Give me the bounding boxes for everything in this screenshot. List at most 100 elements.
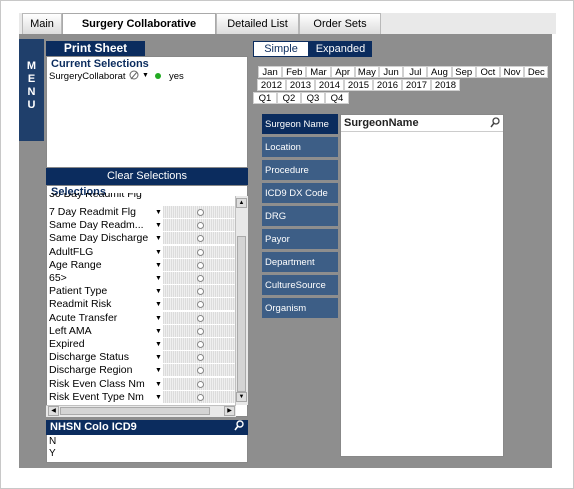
- simple-toggle[interactable]: Simple: [253, 41, 309, 57]
- dropdown-arrow-icon[interactable]: ▼: [155, 338, 162, 351]
- scroll-thumb[interactable]: [237, 236, 246, 392]
- radio-icon[interactable]: [197, 393, 204, 401]
- month-oct[interactable]: Oct: [475, 66, 500, 78]
- dropdown-arrow-icon[interactable]: ▼: [155, 298, 162, 311]
- dropdown-arrow-icon[interactable]: ▼: [155, 312, 162, 325]
- scroll-right-icon[interactable]: ▶: [224, 406, 235, 416]
- dropdown-arrow-icon[interactable]: ▼: [155, 285, 162, 298]
- list-item[interactable]: Expired ▼: [47, 338, 238, 351]
- dimension-button[interactable]: Organism: [262, 298, 338, 319]
- list-item[interactable]: 65> ▼: [47, 272, 238, 285]
- list-item-label: Patient Type: [49, 285, 108, 298]
- month-feb[interactable]: Feb: [282, 66, 307, 78]
- year-2012[interactable]: 2012: [257, 79, 286, 91]
- scroll-up-icon[interactable]: ▲: [236, 198, 247, 208]
- list-item[interactable]: Risk Event Type Nm ▼: [47, 390, 238, 404]
- clear-selections-button[interactable]: Clear Selections: [46, 168, 248, 185]
- radio-icon[interactable]: [197, 248, 204, 256]
- quarter-q2[interactable]: Q2: [277, 92, 301, 104]
- expanded-toggle[interactable]: Expanded: [309, 41, 372, 57]
- scroll-down-icon[interactable]: ▼: [236, 392, 247, 402]
- current-selection-value: yes: [169, 71, 184, 82]
- list-item[interactable]: Discharge Status ▼: [47, 351, 238, 364]
- year-2013[interactable]: 2013: [286, 79, 315, 91]
- list-item[interactable]: Patient Type ▼: [47, 285, 238, 298]
- list-item[interactable]: Readmit Risk ▼: [47, 298, 238, 311]
- list-item[interactable]: Left AMA ▼: [47, 324, 238, 338]
- scroll-h-thumb[interactable]: [60, 407, 210, 415]
- list-item[interactable]: Discharge Region ▼: [47, 364, 238, 377]
- list-item[interactable]: 30 Day Readmit Flg: [47, 193, 238, 202]
- quarter-q1[interactable]: Q1: [253, 92, 277, 104]
- dropdown-arrow-icon[interactable]: ▼: [155, 272, 162, 285]
- month-sep[interactable]: Sep: [451, 66, 476, 78]
- dimension-button[interactable]: CultureSource: [262, 275, 338, 296]
- list-item[interactable]: Same Day Discharge ▼: [47, 232, 238, 245]
- month-may[interactable]: May: [354, 66, 379, 78]
- radio-icon[interactable]: [197, 209, 204, 216]
- dimension-button[interactable]: ICD9 DX Code: [262, 183, 338, 204]
- dimension-button[interactable]: Department: [262, 252, 338, 273]
- radio-icon[interactable]: [197, 261, 204, 269]
- month-jan[interactable]: Jan: [258, 66, 283, 78]
- scroll-left-icon[interactable]: ◀: [48, 406, 59, 416]
- month-apr[interactable]: Apr: [330, 66, 355, 78]
- list-item[interactable]: Acute Transfer ▼: [47, 311, 238, 325]
- dimension-button[interactable]: Surgeon Name: [262, 114, 338, 135]
- year-2016[interactable]: 2016: [373, 79, 402, 91]
- list-item[interactable]: Age Range ▼: [47, 258, 238, 272]
- month-jun[interactable]: Jun: [379, 66, 404, 78]
- dropdown-arrow-icon[interactable]: ▼: [142, 72, 149, 79]
- print-sheet-button[interactable]: Print Sheet: [46, 41, 145, 56]
- radio-icon[interactable]: [197, 327, 204, 335]
- tab-surgery-collaborative[interactable]: Surgery Collaborative: [62, 13, 216, 35]
- dimension-button[interactable]: DRG: [262, 206, 338, 227]
- list-item-label: Expired: [49, 338, 85, 350]
- radio-icon[interactable]: [197, 380, 204, 388]
- month-aug[interactable]: Aug: [427, 66, 452, 78]
- selections-vertical-scrollbar[interactable]: ▲ ▼: [235, 196, 248, 405]
- month-nov[interactable]: Nov: [500, 66, 525, 78]
- year-2015[interactable]: 2015: [344, 79, 373, 91]
- dimension-button[interactable]: Location: [262, 137, 338, 158]
- radio-icon[interactable]: [197, 341, 204, 348]
- dropdown-arrow-icon[interactable]: ▼: [155, 259, 162, 272]
- clear-field-icon[interactable]: [129, 70, 140, 81]
- list-item[interactable]: Risk Even Class Nm ▼: [47, 377, 238, 391]
- list-item[interactable]: 7 Day Readmit Flg ▼: [47, 206, 238, 219]
- list-item[interactable]: Same Day Readm... ▼: [47, 219, 238, 232]
- dimension-button[interactable]: Payor: [262, 229, 338, 250]
- nhsn-colo-icd9-header: NHSN Colo ICD9: [46, 420, 248, 435]
- radio-icon[interactable]: [197, 275, 204, 282]
- year-2017[interactable]: 2017: [402, 79, 431, 91]
- list-item-label: Age Range: [49, 258, 102, 271]
- list-item-label: Same Day Readm...: [49, 219, 144, 232]
- dropdown-arrow-icon[interactable]: ▼: [155, 219, 162, 232]
- tab-detailed-list[interactable]: Detailed List: [216, 13, 299, 34]
- dropdown-arrow-icon[interactable]: ▼: [155, 391, 162, 404]
- dropdown-arrow-icon[interactable]: ▼: [155, 364, 162, 377]
- list-item[interactable]: AdultFLG ▼: [47, 245, 238, 259]
- month-mar[interactable]: Mar: [306, 66, 331, 78]
- quarter-q4[interactable]: Q4: [325, 92, 349, 104]
- list-item[interactable]: N: [49, 436, 56, 447]
- dropdown-arrow-icon[interactable]: ▼: [155, 246, 162, 259]
- menu-button[interactable]: M E N U: [19, 39, 44, 141]
- dropdown-arrow-icon[interactable]: ▼: [155, 351, 162, 364]
- dropdown-arrow-icon[interactable]: ▼: [155, 378, 162, 391]
- tab-order-sets[interactable]: Order Sets: [299, 13, 381, 34]
- quarter-q3[interactable]: Q3: [301, 92, 325, 104]
- month-dec[interactable]: Dec: [524, 66, 549, 78]
- tab-main[interactable]: Main: [22, 13, 62, 34]
- dropdown-arrow-icon[interactable]: ▼: [155, 325, 162, 338]
- dropdown-arrow-icon[interactable]: ▼: [155, 206, 162, 219]
- radio-icon[interactable]: [197, 314, 204, 322]
- year-2018[interactable]: 2018: [431, 79, 460, 91]
- year-2014[interactable]: 2014: [315, 79, 344, 91]
- selections-horizontal-scrollbar[interactable]: ◀ ▶: [46, 405, 236, 417]
- month-jul[interactable]: Jul: [403, 66, 428, 78]
- search-icon[interactable]: [490, 117, 500, 132]
- dimension-button[interactable]: Procedure: [262, 160, 338, 181]
- list-item[interactable]: Y: [49, 448, 56, 459]
- dropdown-arrow-icon[interactable]: ▼: [155, 232, 162, 245]
